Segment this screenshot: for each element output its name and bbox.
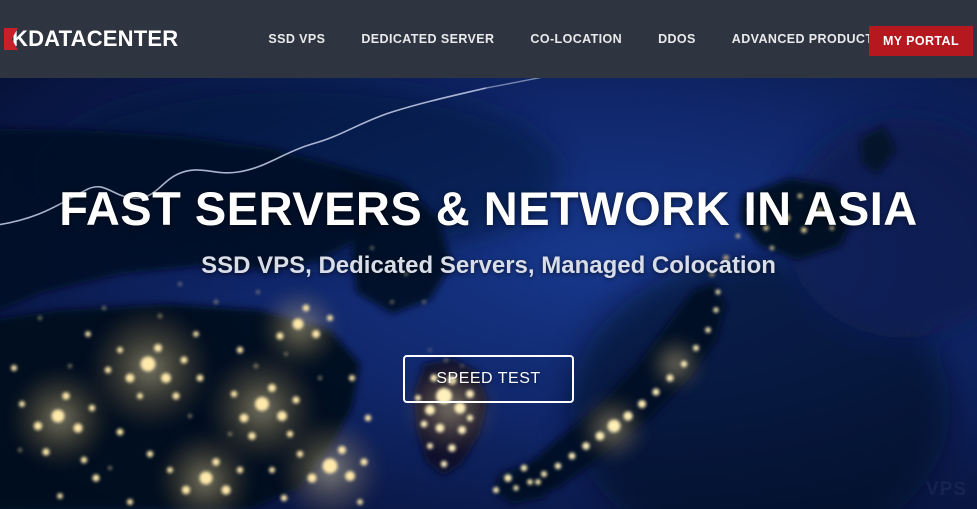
main-navigation: SSD VPS DEDICATED SERVER CO-LOCATION DDO… [250,32,919,46]
nav-item-ddos[interactable]: DDOS [640,32,714,46]
nav-label: CO-LOCATION [530,32,623,46]
nav-label: SSD VPS [268,32,326,46]
speed-test-button[interactable]: SPEED TEST [403,355,574,403]
watermark-text: VPS [925,479,967,500]
logo-text: KDATACENTER [12,26,179,51]
hero-section: FAST SERVERS & NETWORK IN ASIA SSD VPS, … [0,78,977,509]
hero-subtitle: SSD VPS, Dedicated Servers, Managed Colo… [201,252,776,279]
nav-item-co-location[interactable]: CO-LOCATION [512,32,640,46]
nav-label: DDOS [658,32,696,46]
hero-content: FAST SERVERS & NETWORK IN ASIA SSD VPS, … [0,78,977,509]
site-header: KDATACENTER SSD VPS DEDICATED SERVER CO-… [0,0,977,78]
nav-label: DEDICATED SERVER [361,32,495,46]
page-title: FAST SERVERS & NETWORK IN ASIA [59,182,918,235]
nav-item-ssd-vps[interactable]: SSD VPS [250,32,343,46]
nav-label: ADVANCED PRODUCTS [731,32,883,46]
nav-item-dedicated-server[interactable]: DEDICATED SERVER [343,32,512,46]
site-logo[interactable]: KDATACENTER [0,0,178,78]
my-portal-button[interactable]: MY PORTAL [868,26,973,56]
